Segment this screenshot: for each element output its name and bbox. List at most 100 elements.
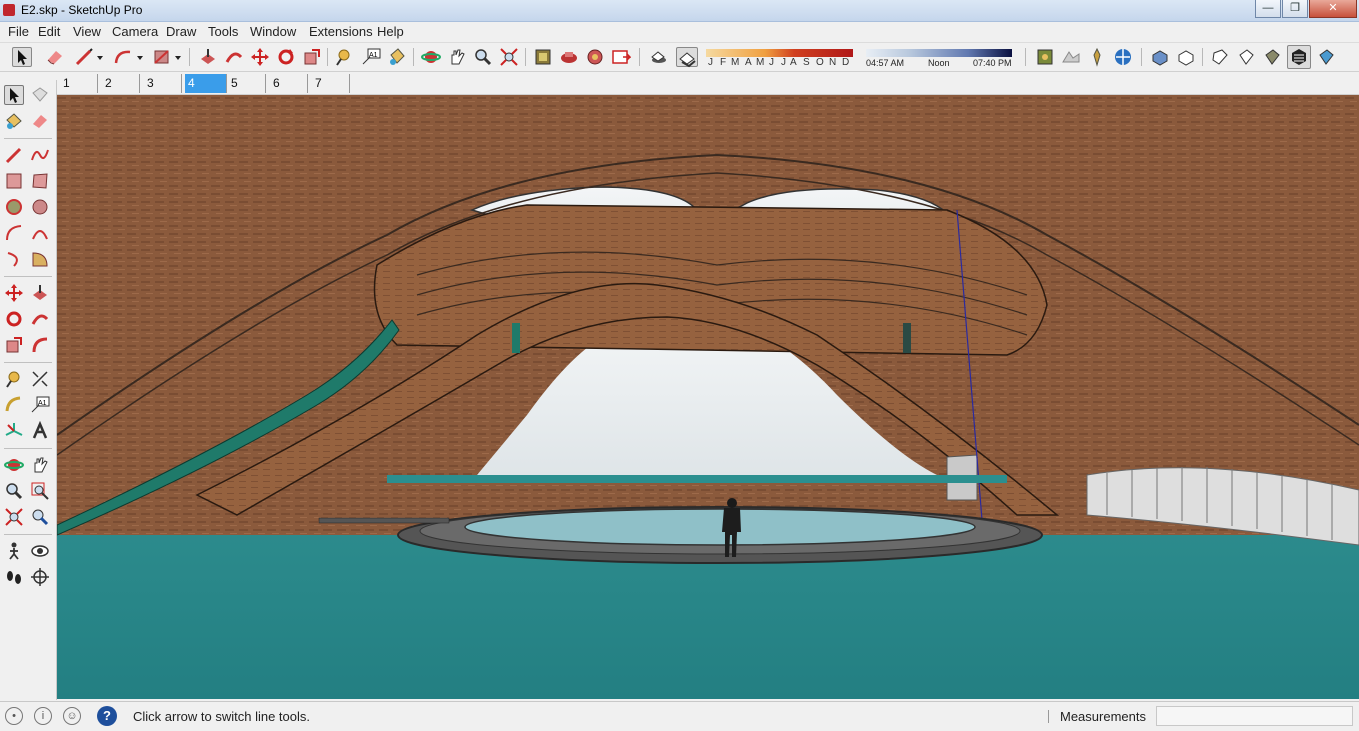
menu-edit[interactable]: Edit	[38, 24, 60, 39]
orbit-icon[interactable]	[421, 47, 441, 67]
select-tool-icon[interactable]	[12, 47, 32, 67]
scene-tab-6[interactable]: 6	[270, 74, 308, 93]
two-point-arc-icon[interactable]	[30, 223, 50, 243]
rotate-tool-icon[interactable]	[276, 47, 296, 67]
eraser-icon[interactable]	[45, 47, 65, 67]
zoom-window-icon[interactable]	[30, 481, 50, 501]
move-tool-icon[interactable]	[250, 47, 270, 67]
zoom-extents-icon[interactable]	[499, 47, 519, 67]
rectangle-icon[interactable]	[4, 171, 24, 191]
credits-icon[interactable]: i	[34, 707, 52, 725]
scene-tab-5[interactable]: 5	[228, 74, 266, 93]
follow-me-icon[interactable]	[224, 47, 244, 67]
paint-bucket-icon[interactable]	[4, 111, 24, 131]
location-icon[interactable]	[1035, 47, 1055, 67]
shadow-settings-icon[interactable]	[648, 47, 668, 67]
minimize-button[interactable]: —	[1255, 0, 1281, 18]
shadow-month-slider[interactable]	[706, 49, 853, 57]
share-model-icon[interactable]	[559, 47, 579, 67]
photo-textures-icon[interactable]	[1113, 47, 1133, 67]
eraser-icon[interactable]	[30, 111, 50, 131]
scene-tab-3[interactable]: 3	[144, 74, 182, 93]
user-account-icon[interactable]: ☺	[63, 707, 81, 725]
scene-tab-2[interactable]: 2	[102, 74, 140, 93]
arc-tool-icon[interactable]	[113, 47, 133, 67]
circle-icon[interactable]	[4, 197, 24, 217]
text-icon[interactable]: A1	[30, 395, 50, 415]
menu-tools[interactable]: Tools	[208, 24, 238, 39]
geo-location-icon[interactable]: •	[5, 707, 23, 725]
monochrome-style-icon[interactable]	[1316, 47, 1336, 67]
3d-warehouse-icon[interactable]	[533, 47, 553, 67]
zoom-icon[interactable]	[473, 47, 493, 67]
menu-file[interactable]: File	[8, 24, 29, 39]
rectangle-tool-icon[interactable]	[152, 47, 172, 67]
scale-tool-icon[interactable]	[302, 47, 322, 67]
previous-view-icon[interactable]	[30, 507, 50, 527]
tape-measure-icon[interactable]	[335, 47, 355, 67]
section-plane-icon[interactable]	[30, 567, 50, 587]
zoom-icon[interactable]	[4, 481, 24, 501]
pan-icon[interactable]	[30, 455, 50, 475]
paint-bucket-icon[interactable]	[387, 47, 407, 67]
dimension-icon[interactable]	[30, 369, 50, 389]
axes-icon[interactable]	[4, 421, 24, 441]
shape-dropdown-icon[interactable]	[174, 47, 182, 67]
push-pull-icon[interactable]	[30, 283, 50, 303]
scene-tab-1[interactable]: 1	[60, 74, 98, 93]
orbit-icon[interactable]	[4, 455, 24, 475]
arc-icon[interactable]	[4, 223, 24, 243]
components-icon[interactable]	[585, 47, 605, 67]
protractor-icon[interactable]	[4, 395, 24, 415]
menu-camera[interactable]: Camera	[112, 24, 158, 39]
scene-tab-7[interactable]: 7	[312, 74, 350, 93]
scene-tab-4[interactable]: 4	[185, 74, 227, 93]
hidden-line-style-icon[interactable]	[1236, 47, 1256, 67]
add-location-icon[interactable]	[1087, 47, 1107, 67]
iso-view-icon[interactable]	[1150, 47, 1170, 67]
toggle-terrain-icon[interactable]	[1061, 47, 1081, 67]
zoom-extents-icon[interactable]	[4, 507, 24, 527]
shaded-style-icon[interactable]	[1262, 47, 1282, 67]
line-tool-icon[interactable]	[74, 47, 94, 67]
walk-icon[interactable]	[4, 567, 24, 587]
display-shadows-icon[interactable]	[676, 47, 698, 68]
menu-view[interactable]: View	[73, 24, 101, 39]
scale-icon[interactable]	[4, 335, 24, 355]
make-component-icon[interactable]	[30, 85, 50, 105]
arc-dropdown-icon[interactable]	[136, 47, 144, 67]
select-icon[interactable]	[4, 85, 24, 105]
position-camera-icon[interactable]	[4, 541, 24, 561]
pie-icon[interactable]	[30, 249, 50, 269]
offset-icon[interactable]	[30, 335, 50, 355]
shadow-time-slider[interactable]	[866, 49, 1012, 57]
pan-hand-icon[interactable]	[447, 47, 467, 67]
menu-draw[interactable]: Draw	[166, 24, 196, 39]
three-point-arc-icon[interactable]	[4, 249, 24, 269]
help-icon[interactable]: ?	[97, 706, 117, 726]
shaded-textures-style-icon[interactable]	[1287, 45, 1311, 69]
look-around-icon[interactable]	[30, 541, 50, 561]
move-icon[interactable]	[4, 283, 24, 303]
measurements-input[interactable]	[1156, 706, 1353, 726]
polygon-icon[interactable]	[30, 197, 50, 217]
restore-button[interactable]: ❐	[1282, 0, 1308, 18]
line-tool-icon[interactable]	[4, 145, 24, 165]
send-to-layout-icon[interactable]	[611, 47, 632, 67]
rotate-icon[interactable]	[4, 309, 24, 329]
xray-style-icon[interactable]	[1210, 47, 1230, 67]
rotated-rectangle-icon[interactable]	[30, 171, 50, 191]
top-view-icon[interactable]	[1176, 47, 1196, 67]
follow-me-icon[interactable]	[30, 309, 50, 329]
freehand-icon[interactable]	[30, 145, 50, 165]
menu-window[interactable]: Window	[250, 24, 296, 39]
menu-extensions[interactable]: Extensions	[309, 24, 373, 39]
tape-measure-icon[interactable]	[4, 369, 24, 389]
dimension-icon[interactable]: A1	[361, 47, 381, 67]
3d-text-icon[interactable]	[30, 420, 50, 441]
model-viewport[interactable]	[57, 95, 1359, 699]
push-pull-icon[interactable]	[198, 47, 218, 67]
close-button[interactable]: ✕	[1309, 0, 1357, 18]
line-dropdown-icon[interactable]	[96, 47, 104, 67]
model-view-canvas[interactable]	[57, 95, 1359, 699]
